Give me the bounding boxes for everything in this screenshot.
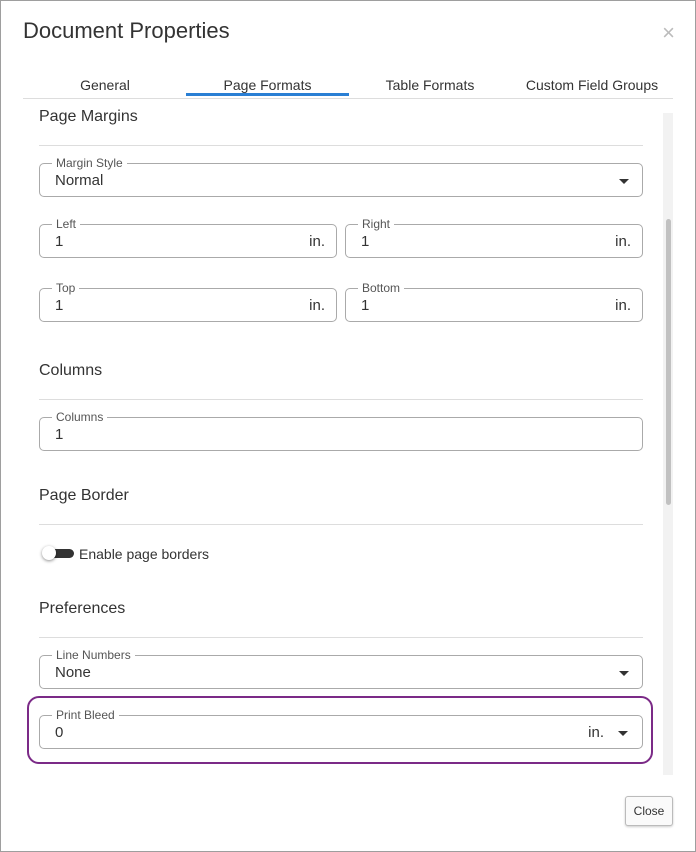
margin-style-select[interactable]: Margin Style Normal	[39, 156, 643, 197]
margin-style-value: Normal	[55, 172, 104, 189]
toggle-knob	[42, 546, 56, 560]
tab-table-formats[interactable]: Table Formats	[368, 77, 492, 93]
right-margin-label: Right	[358, 217, 395, 231]
columns-heading: Columns	[39, 362, 103, 379]
document-properties-dialog: Document Properties × General Page Forma…	[0, 0, 696, 852]
divider	[39, 399, 643, 400]
divider	[39, 637, 643, 638]
chevron-down-icon	[619, 671, 629, 676]
bottom-margin-label: Bottom	[358, 281, 405, 295]
page-formats-panel: Page Margins Margin Style Normal Left 1 …	[23, 99, 675, 775]
active-tab-indicator	[186, 93, 349, 96]
columns-field[interactable]: Columns 1	[39, 410, 643, 451]
margin-style-label: Margin Style	[52, 156, 127, 170]
left-margin-value: 1	[55, 233, 64, 250]
preferences-heading: Preferences	[39, 600, 126, 617]
scrollbar-thumb[interactable]	[666, 219, 671, 505]
tab-custom-field-groups[interactable]: Custom Field Groups	[517, 77, 667, 93]
columns-value: 1	[55, 426, 64, 443]
tab-page-formats[interactable]: Page Formats	[186, 77, 349, 93]
page-borders-toggle-label: Enable page borders	[79, 546, 209, 562]
top-margin-label: Top	[52, 281, 80, 295]
dialog-title: Document Properties	[23, 18, 230, 43]
right-margin-field[interactable]: Right 1 in.	[345, 217, 643, 258]
divider	[39, 524, 643, 525]
bottom-margin-field[interactable]: Bottom 1 in.	[345, 281, 643, 322]
line-numbers-select[interactable]: Line Numbers None	[39, 648, 643, 689]
close-button[interactable]: Close	[625, 796, 673, 826]
left-margin-unit: in.	[309, 233, 325, 250]
left-margin-field[interactable]: Left 1 in.	[39, 217, 337, 258]
columns-label: Columns	[52, 410, 108, 424]
divider	[39, 145, 643, 146]
left-margin-label: Left	[52, 217, 81, 231]
page-border-heading: Page Border	[39, 487, 129, 504]
right-margin-unit: in.	[615, 233, 631, 250]
print-bleed-highlight	[27, 696, 653, 764]
top-margin-unit: in.	[309, 297, 325, 314]
scrollbar[interactable]	[663, 113, 673, 775]
page-borders-toggle[interactable]	[42, 546, 74, 560]
line-numbers-label: Line Numbers	[52, 648, 135, 662]
chevron-down-icon	[619, 179, 629, 184]
close-icon[interactable]: ×	[662, 22, 675, 44]
page-margins-heading: Page Margins	[39, 108, 138, 125]
top-margin-field[interactable]: Top 1 in.	[39, 281, 337, 322]
line-numbers-value: None	[55, 664, 91, 681]
top-margin-value: 1	[55, 297, 64, 314]
bottom-margin-unit: in.	[615, 297, 631, 314]
bottom-margin-value: 1	[361, 297, 370, 314]
right-margin-value: 1	[361, 233, 370, 250]
tab-general[interactable]: General	[59, 77, 151, 93]
